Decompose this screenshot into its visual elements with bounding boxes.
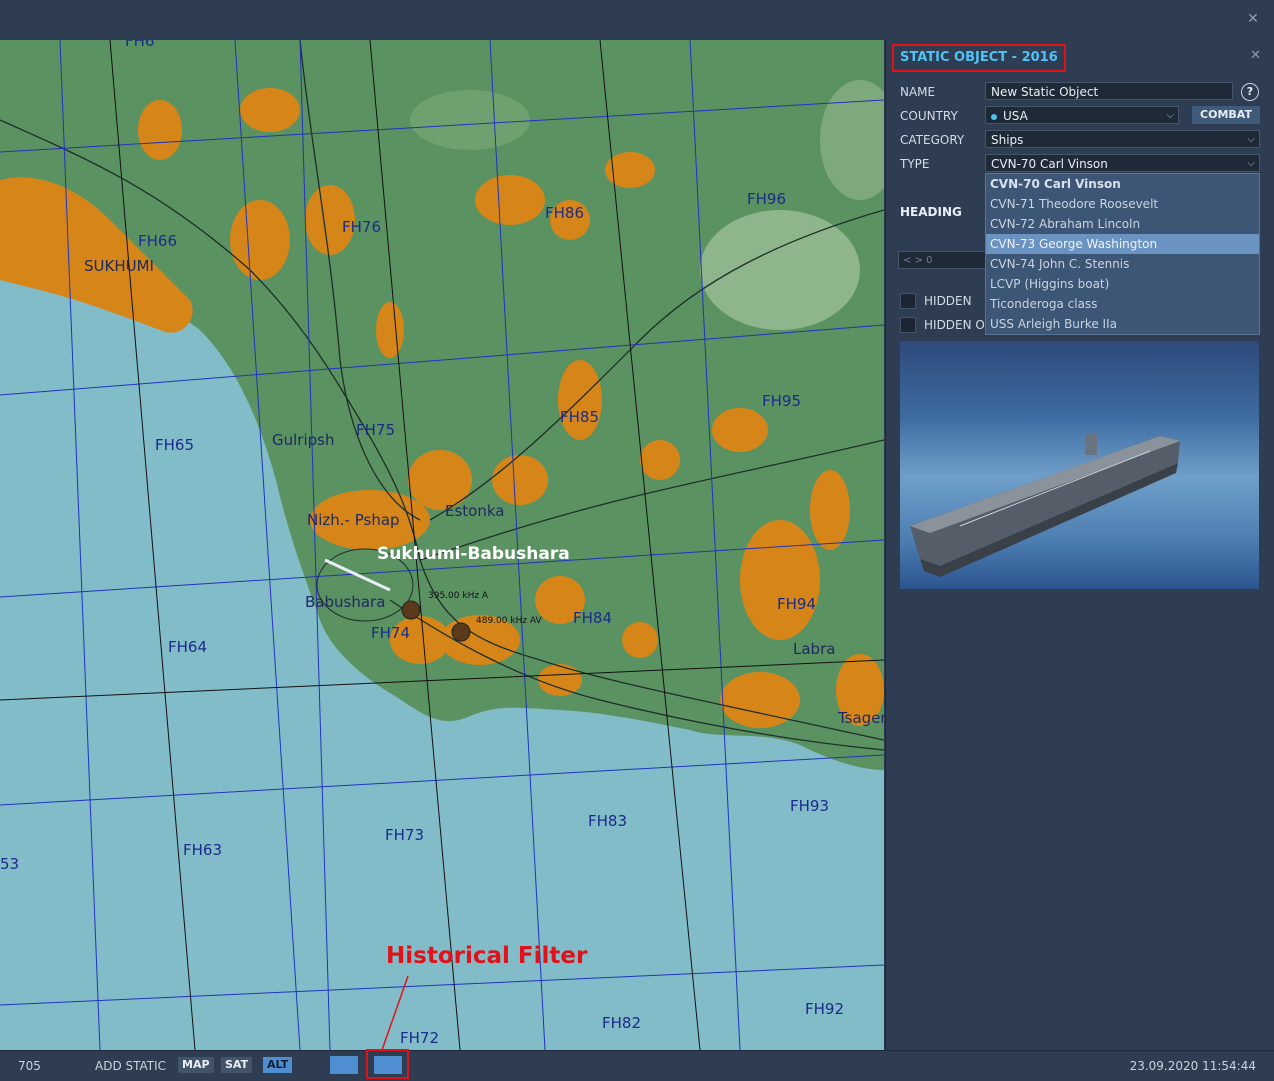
name-label: NAME [900, 85, 936, 99]
type-option[interactable]: CVN-74 John C. Stennis [986, 254, 1259, 274]
panel-close-icon[interactable]: ✕ [1250, 48, 1261, 63]
beacon-icon[interactable] [451, 622, 471, 642]
heading-label: HEADING [900, 205, 962, 219]
town-label: Labra [793, 640, 835, 658]
window-close-icon[interactable]: ✕ [1244, 10, 1262, 28]
beacon-icon[interactable] [401, 600, 421, 620]
country-select[interactable]: USA ⌵ [985, 106, 1179, 124]
country-color-icon [991, 113, 997, 120]
town-label: Babushara [305, 593, 385, 611]
grid-label: FH95 [762, 392, 801, 410]
airfield-label[interactable]: Sukhumi-Babushara [377, 544, 570, 564]
grid-label: FH84 [573, 609, 612, 627]
town-label: Estonka [445, 502, 504, 520]
grid-label: FH93 [790, 797, 829, 815]
beacon-label: 395.00 kHz A [428, 591, 489, 601]
type-option[interactable]: CVN-72 Abraham Lincoln [986, 214, 1259, 234]
map-button[interactable]: MAP [178, 1057, 214, 1073]
country-label: COUNTRY [900, 109, 958, 123]
panel-title: STATIC OBJECT - 2016 [892, 44, 1066, 72]
chevron-down-icon: ⌵ [1247, 158, 1255, 169]
heading-value: 0 [926, 255, 933, 266]
grid-label: FH6 [125, 40, 154, 50]
chevron-down-icon: ⌵ [1166, 110, 1174, 121]
historical-filter-highlight [366, 1049, 409, 1079]
grid-label: FH74 [371, 624, 410, 642]
map-view[interactable]: FH66 FH76 FH86 FH96 FH65 FH75 FH85 FH95 … [0, 40, 884, 1050]
static-object-panel: STATIC OBJECT - 2016 ✕ NAME New Static O… [885, 40, 1274, 1050]
object-preview-image [900, 341, 1259, 589]
hidden-on-label: HIDDEN O [924, 318, 985, 332]
beacon-label: 489.00 kHz AV [476, 616, 542, 626]
hidden-label: HIDDEN [924, 294, 972, 308]
heading-field[interactable]: < > 0 [898, 251, 988, 269]
help-icon[interactable]: ? [1241, 83, 1259, 101]
town-label: Tsager [837, 709, 884, 727]
grid-label: FH86 [545, 204, 584, 222]
add-static-label: ADD STATIC [95, 1059, 167, 1073]
carrier-icon [910, 433, 1180, 577]
grid-label: FH72 [400, 1029, 439, 1047]
grid-label: FH75 [356, 421, 395, 439]
sat-button[interactable]: SAT [221, 1057, 253, 1073]
runway-filter-icon[interactable] [330, 1056, 358, 1074]
category-value: Ships [991, 133, 1024, 147]
grid-label: FH64 [168, 638, 207, 656]
type-select[interactable]: CVN-70 Carl Vinson ⌵ [985, 154, 1260, 172]
type-option-highlighted[interactable]: CVN-73 George Washington [986, 234, 1259, 254]
type-option[interactable]: LCVP (Higgins boat) [986, 274, 1259, 294]
grid-label: 53 [0, 855, 19, 873]
highland-area [700, 210, 860, 330]
town-label: Gulripsh [272, 431, 334, 449]
hidden-checkbox[interactable] [900, 293, 916, 309]
grid-label: FH82 [602, 1014, 641, 1032]
town-label: SUKHUMI [84, 257, 154, 275]
grid-label: FH65 [155, 436, 194, 454]
grid-label: FH63 [183, 841, 222, 859]
type-option[interactable]: CVN-70 Carl Vinson [986, 174, 1259, 194]
grid-label: FH66 [138, 232, 177, 250]
grid-label: FH83 [588, 812, 627, 830]
category-select[interactable]: Ships ⌵ [985, 130, 1260, 148]
type-option[interactable]: CVN-71 Theodore Roosevelt [986, 194, 1259, 214]
status-bar: 705 ADD STATIC MAP SAT ALT 23.09.2020 11… [0, 1050, 1274, 1081]
hidden-on-checkbox[interactable] [900, 317, 916, 333]
chevron-down-icon: ⌵ [1247, 134, 1255, 145]
grid-label: FH92 [805, 1000, 844, 1018]
name-field[interactable]: New Static Object [985, 82, 1233, 100]
combat-button[interactable]: COMBAT [1192, 106, 1260, 124]
window-titlebar: ✕ [0, 0, 1274, 41]
country-value: USA [1003, 109, 1028, 123]
grid-label: FH76 [342, 218, 381, 236]
type-option[interactable]: Ticonderoga class [986, 294, 1259, 314]
map-canvas[interactable]: FH66 FH76 FH86 FH96 FH65 FH75 FH85 FH95 … [0, 40, 884, 1050]
type-label: TYPE [900, 157, 930, 171]
type-option[interactable]: USS Arleigh Burke IIa [986, 314, 1259, 334]
category-label: CATEGORY [900, 133, 965, 147]
annotation-label: Historical Filter [386, 943, 588, 969]
highland-area [410, 90, 530, 150]
grid-label: FH96 [747, 190, 786, 208]
grid-label: FH94 [777, 595, 816, 613]
grid-label: FH85 [560, 408, 599, 426]
datetime: 23.09.2020 11:54:44 [1129, 1059, 1256, 1073]
alt-button[interactable]: ALT [263, 1057, 293, 1073]
status-number: 705 [18, 1059, 41, 1073]
type-value: CVN-70 Carl Vinson [991, 157, 1108, 171]
grid-label: FH73 [385, 826, 424, 844]
land-mass [0, 40, 884, 770]
town-label: Nizh.- Pshap [307, 511, 400, 529]
type-dropdown-list[interactable]: CVN-70 Carl Vinson CVN-71 Theodore Roose… [985, 173, 1260, 335]
